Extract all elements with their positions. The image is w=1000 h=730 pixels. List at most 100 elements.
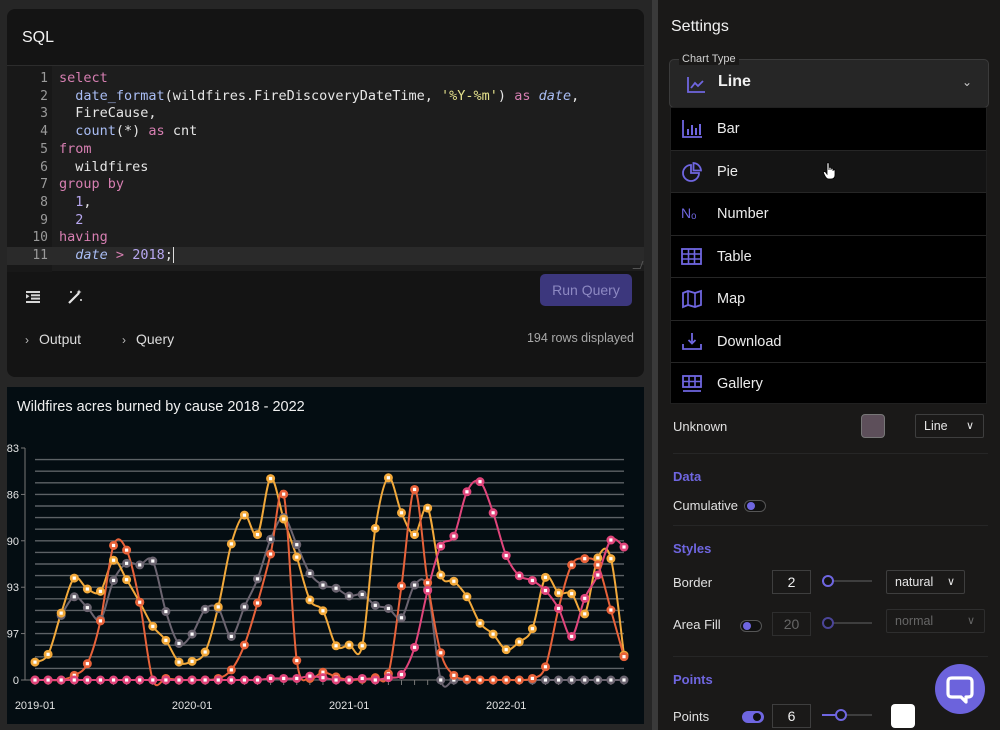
- area-fill-toggle[interactable]: [740, 620, 762, 632]
- series-color-swatch[interactable]: [861, 414, 885, 438]
- code-line[interactable]: 1 select: [7, 70, 644, 88]
- accordion-query-label: Query: [136, 331, 175, 347]
- data-point-center: [269, 552, 273, 556]
- indent-icon[interactable]: [24, 289, 42, 307]
- data-point-center: [530, 627, 534, 631]
- points-size-input[interactable]: 6: [772, 704, 811, 728]
- chevron-down-icon: ∨: [966, 615, 975, 627]
- data-point-center: [360, 592, 364, 597]
- menu-item-label: Pie: [717, 163, 738, 180]
- data-point-center: [308, 571, 312, 576]
- menu-item-download[interactable]: Download: [671, 321, 986, 363]
- chart-type-select[interactable]: Line ⌄: [669, 59, 989, 108]
- data-point-center: [439, 544, 443, 548]
- slider-thumb[interactable]: [822, 617, 834, 629]
- chart-type-menu: Bar Pie Nₒ Number Table Map Download Gal…: [670, 107, 987, 404]
- data-point-center: [504, 648, 508, 652]
- menu-item-bar[interactable]: Bar: [671, 108, 986, 151]
- code-text: date > 2018;: [59, 247, 174, 265]
- code-line[interactable]: 2 date_format(wildfires.FireDiscoveryDat…: [7, 88, 644, 106]
- border-curve-select[interactable]: natural ∨: [886, 570, 965, 594]
- menu-item-table[interactable]: Table: [671, 236, 986, 278]
- code-text: 2: [59, 212, 83, 230]
- points-size-slider[interactable]: [822, 709, 872, 721]
- accordion-output[interactable]: › Output: [25, 331, 81, 347]
- magic-wand-icon[interactable]: [66, 289, 84, 307]
- series-type-select[interactable]: Line ∨: [915, 414, 984, 438]
- area-fill-opacity-input[interactable]: 20: [772, 612, 811, 636]
- area-fill-slider[interactable]: [822, 617, 872, 629]
- points-toggle[interactable]: [742, 711, 764, 723]
- code-text: having: [59, 229, 108, 247]
- data-point-center: [609, 608, 613, 612]
- border-width-input[interactable]: 2: [772, 570, 811, 594]
- data-point-center: [72, 595, 76, 599]
- editor-resize-handle[interactable]: [632, 261, 644, 269]
- data-point-center: [439, 651, 443, 655]
- points-label: Points: [673, 709, 710, 724]
- data-point-center: [491, 678, 495, 682]
- line-number: 6: [40, 159, 48, 175]
- run-query-button[interactable]: Run Query: [540, 274, 632, 306]
- chevron-right-icon: ›: [122, 333, 126, 347]
- area-fill-blend-select[interactable]: normal ∨: [886, 609, 985, 633]
- cumulative-toggle[interactable]: [744, 500, 766, 512]
- data-point-center: [386, 676, 390, 680]
- data-point-center: [164, 678, 168, 682]
- line-chart: 0 597 1193 1790 2386 2983 2019-01 2020-01 2021-0…: [7, 443, 629, 712]
- data-point-center: [412, 645, 417, 649]
- chart-card: Wildfires acres burned by cause 2018 - 2…: [7, 387, 644, 724]
- menu-item-map[interactable]: Map: [671, 278, 986, 321]
- styles-section-title: Styles: [673, 541, 712, 556]
- data-point-center: [203, 650, 207, 654]
- data-point-center: [543, 678, 548, 682]
- code-text: count(*) as cnt: [59, 123, 197, 141]
- data-point-center: [373, 526, 377, 530]
- area-fill-label: Area Fill: [673, 617, 721, 632]
- line-number: 5: [40, 141, 48, 157]
- line-number: 11: [32, 248, 48, 263]
- code-line[interactable]: 11 date > 2018;: [7, 247, 644, 265]
- border-width-slider[interactable]: [822, 575, 872, 587]
- data-point-center: [125, 548, 129, 552]
- code-line[interactable]: 6 wildfires: [7, 159, 644, 177]
- data-point-center: [426, 506, 430, 510]
- code-token: from: [59, 140, 92, 157]
- data-point-center: [530, 578, 534, 583]
- menu-item-gallery[interactable]: Gallery: [671, 363, 986, 406]
- border-curve-value: natural: [895, 575, 934, 589]
- data-point-center: [203, 607, 207, 611]
- code-line[interactable]: 3 FireCause,: [7, 105, 644, 123]
- code-line[interactable]: 8 1,: [7, 194, 644, 212]
- chat-button[interactable]: [935, 664, 985, 714]
- data-point-center: [242, 643, 247, 647]
- accordion-output-label: Output: [39, 331, 82, 347]
- code-line[interactable]: 9 2: [7, 212, 644, 230]
- data-point-center: [33, 678, 37, 682]
- chevron-down-icon: ⌄: [961, 75, 972, 89]
- points-section-title: Points: [673, 672, 713, 687]
- code-line[interactable]: 7 group by: [7, 176, 644, 194]
- data-point-center: [190, 632, 194, 636]
- menu-item-label: Table: [717, 248, 752, 265]
- sql-editor[interactable]: 1 select 2 date_format(wildfires.FireDisco…: [7, 65, 644, 272]
- points-color-swatch[interactable]: [891, 704, 915, 728]
- data-point-center: [360, 644, 364, 648]
- menu-item-number[interactable]: Nₒ Number: [671, 193, 986, 236]
- sql-panel-title: SQL: [22, 29, 55, 46]
- code-line[interactable]: 4 count(*) as cnt: [7, 123, 644, 141]
- data-point-center: [33, 660, 37, 664]
- code-token: >: [115, 247, 125, 263]
- accordion-query[interactable]: › Query: [122, 331, 174, 347]
- code-line[interactable]: 10 having: [7, 229, 644, 247]
- data-point-center: [334, 644, 338, 648]
- data-point-center: [151, 624, 155, 628]
- data-point-center: [164, 638, 168, 642]
- line-number: 1: [40, 71, 48, 86]
- slider-thumb[interactable]: [822, 575, 834, 587]
- slider-thumb[interactable]: [835, 709, 847, 721]
- code-line[interactable]: 5 from: [7, 141, 644, 159]
- data-point-center: [125, 561, 129, 565]
- hand-cursor-icon: [823, 162, 836, 180]
